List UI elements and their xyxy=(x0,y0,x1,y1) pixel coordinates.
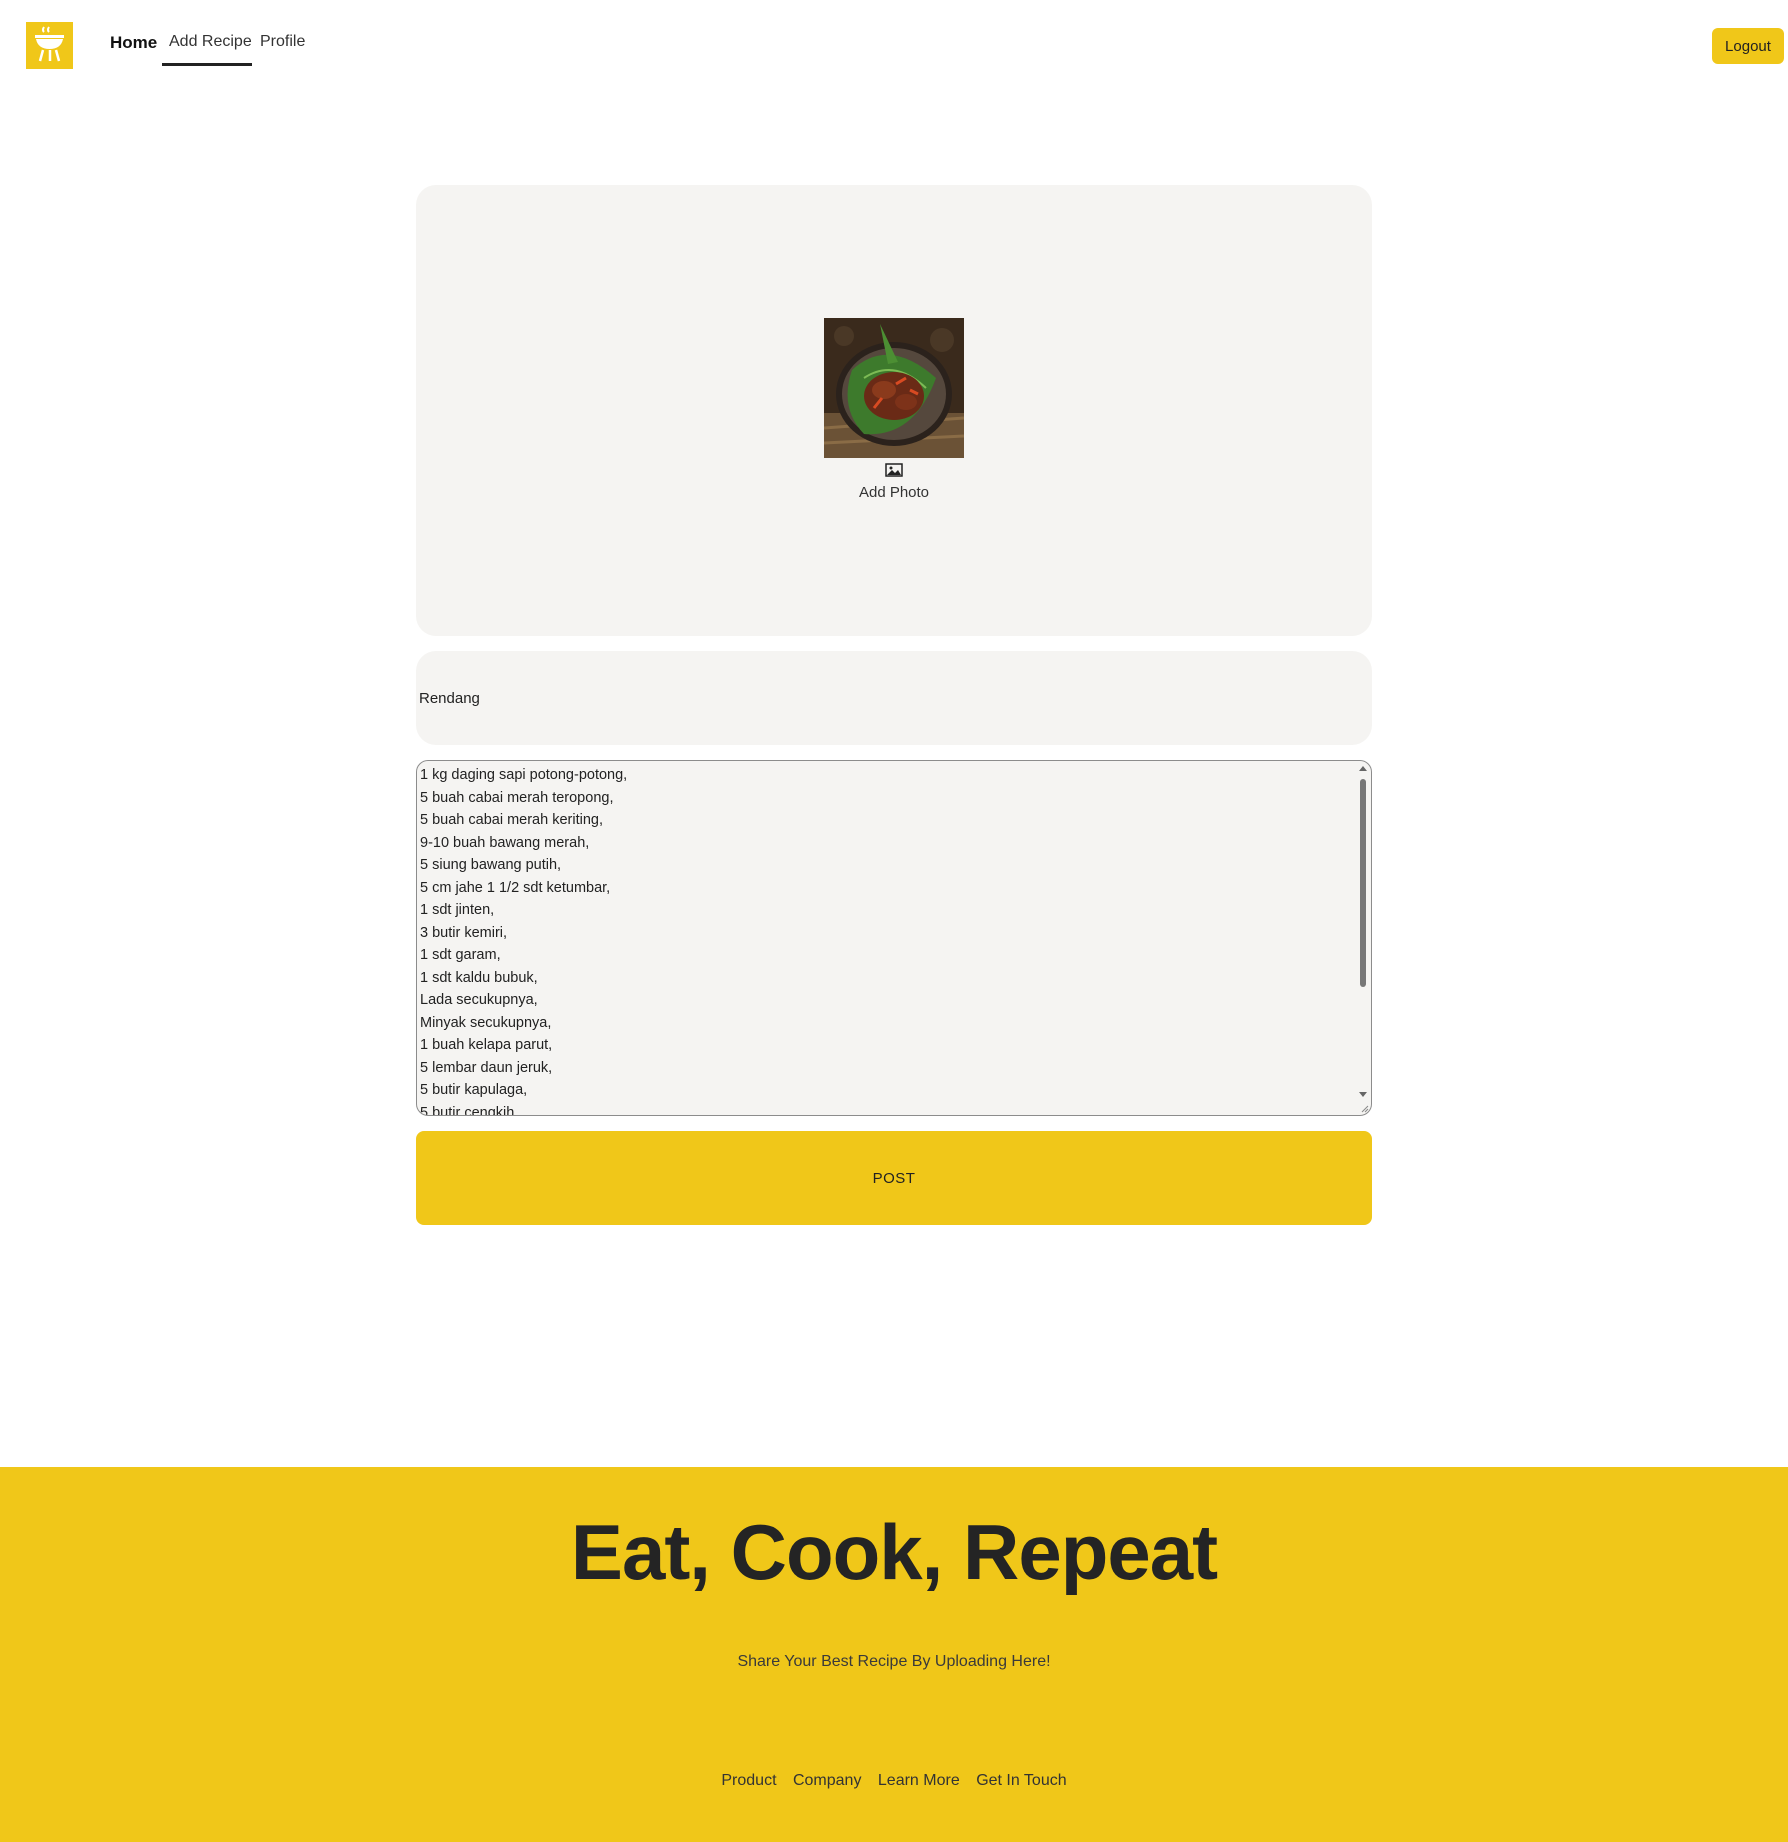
recipe-title-input[interactable] xyxy=(416,651,1372,745)
ingredient-line: 5 siung bawang putih, xyxy=(420,857,562,873)
ingredient-line: 1 kg daging sapi potong-potong, xyxy=(420,767,628,783)
grill-logo-icon xyxy=(35,26,64,62)
ingredient-line: 5 buah cabai merah teropong, xyxy=(420,789,614,806)
footer-link-learn-more[interactable]: Learn More xyxy=(878,1772,960,1789)
scroll-down-arrow-icon[interactable] xyxy=(1359,1092,1367,1097)
textarea-scrollbar[interactable] xyxy=(1355,761,1371,1115)
ingredient-line: 1 sdt garam, xyxy=(420,947,501,963)
footer-tagline: Eat, Cook, Repeat xyxy=(570,1508,1218,1596)
ingredient-line: 1 sdt jinten, xyxy=(420,902,495,918)
footer-link-get-in-touch[interactable]: Get In Touch xyxy=(976,1772,1066,1789)
logout-button[interactable]: Logout xyxy=(1712,28,1784,64)
scrollbar-thumb[interactable] xyxy=(1360,779,1366,987)
active-tab-indicator xyxy=(162,63,252,66)
nav-home[interactable]: Home xyxy=(110,33,157,53)
ingredient-line: 5 butir cengkih xyxy=(420,1104,515,1116)
ingredients-text: 1 kg daging sapi potong-potong, 5 buah c… xyxy=(420,764,1349,1116)
ingredients-textarea[interactable]: 1 kg daging sapi potong-potong, 5 buah c… xyxy=(416,760,1372,1116)
add-photo-label[interactable]: Add Photo xyxy=(832,484,956,501)
ingredient-line: 5 cm jahe 1 1/2 sdt ketumbar, xyxy=(420,879,611,896)
footer-link-company[interactable]: Company xyxy=(793,1772,861,1789)
footer: Eat, Cook, Repeat Share Your Best Recipe… xyxy=(0,1467,1788,1842)
nav-profile[interactable]: Profile xyxy=(260,33,305,51)
ingredient-line: 5 butir kapulaga, xyxy=(420,1082,528,1098)
image-icon[interactable] xyxy=(885,463,903,477)
ingredient-line: Lada secukupnya, xyxy=(420,992,538,1008)
ingredient-line: 1 sdt kaldu bubuk, xyxy=(420,969,538,986)
ingredient-line: 9-10 buah bawang merah, xyxy=(420,834,590,851)
ingredient-line: 5 lembar daun jeruk, xyxy=(420,1059,553,1076)
ingredient-line: 5 buah cabai merah keriting, xyxy=(420,812,603,828)
nav-add-recipe[interactable]: Add Recipe xyxy=(169,33,252,51)
ingredient-line: Minyak secukupnya, xyxy=(420,1014,552,1031)
footer-links: Product Company Learn More Get In Touch xyxy=(0,1772,1788,1790)
logo[interactable] xyxy=(26,22,73,69)
post-button[interactable]: POST xyxy=(416,1131,1372,1225)
scroll-up-arrow-icon[interactable] xyxy=(1359,766,1367,771)
recipe-photo xyxy=(824,318,964,458)
footer-link-product[interactable]: Product xyxy=(721,1772,776,1789)
footer-subtitle: Share Your Best Recipe By Uploading Here… xyxy=(737,1653,1051,1670)
ingredient-line: 1 buah kelapa parut, xyxy=(420,1037,553,1053)
ingredient-line: 3 butir kemiri, xyxy=(420,924,508,941)
resize-handle-icon[interactable] xyxy=(1361,1105,1369,1113)
